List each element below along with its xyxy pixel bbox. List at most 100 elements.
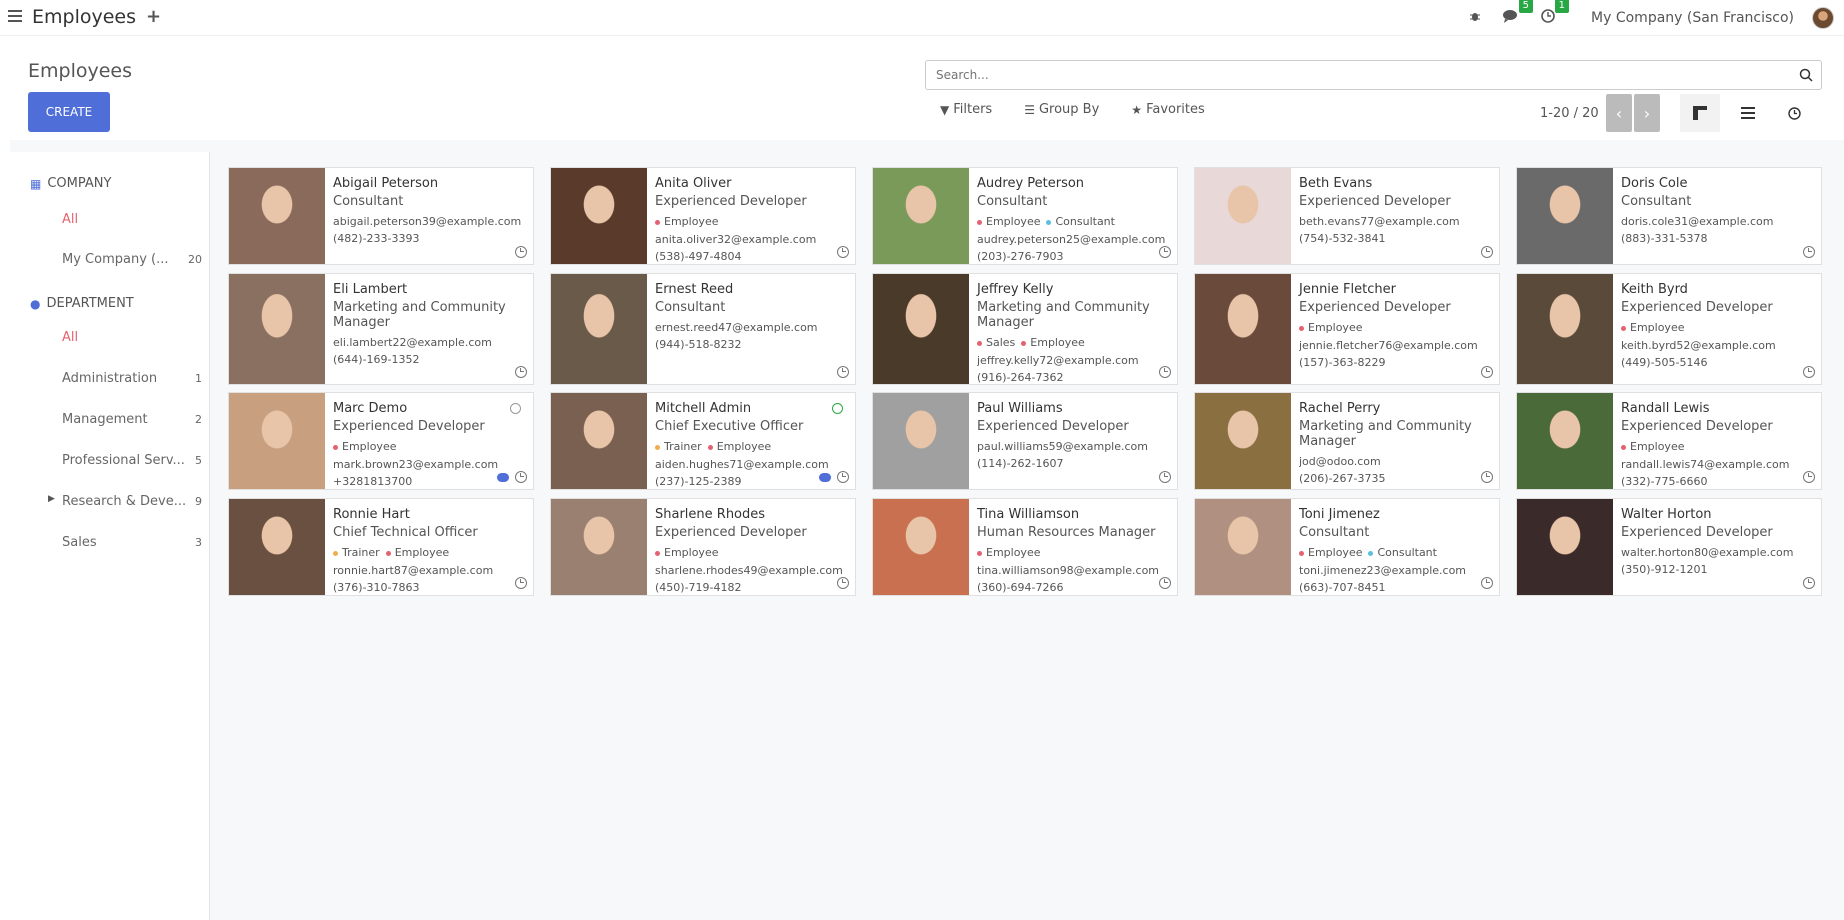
activity-clock-icon[interactable] <box>1803 471 1815 483</box>
favorites-button[interactable]: ★ Favorites <box>1131 102 1205 117</box>
search-box <box>925 60 1822 90</box>
pager-next-button[interactable]: › <box>1634 94 1660 132</box>
activity-clock-icon[interactable] <box>837 577 849 589</box>
employee-card[interactable]: Keith Byrd Experienced Developer Employee k… <box>1516 273 1822 385</box>
activity-clock-icon[interactable] <box>837 246 849 258</box>
employee-card[interactable]: Walter Horton Experienced Developer walter… <box>1516 498 1822 596</box>
menu-toggle-icon[interactable] <box>8 10 22 24</box>
employee-photo <box>229 393 325 489</box>
employee-name: Marc Demo <box>333 401 408 416</box>
employee-card[interactable]: Tina Williamson Human Resources Manager Em… <box>872 498 1178 596</box>
employee-card[interactable]: Jennie Fletcher Experienced Developer Empl… <box>1194 273 1500 385</box>
employee-card[interactable]: Jeffrey Kelly Marketing and Community Man… <box>872 273 1178 385</box>
activity-clock-icon[interactable] <box>1159 471 1171 483</box>
activity-clock-icon[interactable] <box>1159 366 1171 378</box>
department-all-item[interactable]: All <box>62 330 202 345</box>
filters-label: Filters <box>953 102 993 117</box>
employee-card[interactable]: Paul Williams Experienced Developer paul.w… <box>872 392 1178 490</box>
employee-card[interactable]: Mitchell Admin Chief Executive Officer Tra… <box>550 392 856 490</box>
messages-icon[interactable]: 5 <box>1503 0 1534 27</box>
tag-label: Consultant <box>1377 546 1437 559</box>
employee-card[interactable]: Beth Evans Experienced Developer beth.evan… <box>1194 167 1500 265</box>
activity-clock-icon[interactable] <box>1159 577 1171 589</box>
employee-job-title: Marketing and Community Manager <box>333 300 506 330</box>
department-item-research[interactable]: ▶ Research & Deve... 9 <box>48 494 202 509</box>
department-count: 9 <box>195 495 202 508</box>
tag-label: Employee <box>1308 546 1363 559</box>
department-item-administration[interactable]: Administration 1 <box>62 371 202 386</box>
activity-clock-icon[interactable] <box>1803 366 1815 378</box>
activity-clock-icon[interactable] <box>515 577 527 589</box>
tag-label: Employee <box>1630 440 1685 453</box>
pager-value[interactable]: 1-20 / 20 <box>1540 106 1599 121</box>
chat-icon[interactable] <box>497 473 509 482</box>
employee-photo <box>1195 168 1291 264</box>
department-item-management[interactable]: Management 2 <box>62 412 202 427</box>
employee-card[interactable]: Randall Lewis Experienced Developer Employ… <box>1516 392 1822 490</box>
company-item-my-company[interactable]: My Company (... 20 <box>62 252 202 267</box>
employee-photo <box>1195 393 1291 489</box>
department-label: Professional Serv... <box>62 453 185 468</box>
company-switcher[interactable]: My Company (San Francisco) <box>1591 10 1794 26</box>
employee-card[interactable]: Abigail Peterson Consultant abigail.peters… <box>228 167 534 265</box>
activity-view-button[interactable] <box>1774 94 1814 132</box>
activity-clock-icon[interactable] <box>1159 246 1171 258</box>
department-count: 1 <box>195 372 202 385</box>
employee-card[interactable]: Anita Oliver Experienced Developer Employe… <box>550 167 856 265</box>
activity-clock-icon[interactable] <box>837 471 849 483</box>
employee-phone: (376)-310-7863 <box>333 581 420 594</box>
list-view-button[interactable] <box>1728 94 1768 132</box>
employee-info: Ernest Reed Consultant ernest.reed47@examp… <box>655 282 849 351</box>
activity-clock-icon[interactable] <box>515 471 527 483</box>
activity-clock-icon[interactable] <box>515 246 527 258</box>
company-all-item[interactable]: All <box>62 212 202 227</box>
filter-icon: ▼ <box>940 102 950 117</box>
employee-info: Abigail Peterson Consultant abigail.peters… <box>333 176 527 245</box>
department-item-sales[interactable]: Sales 3 <box>62 535 202 550</box>
employee-job-title: Chief Technical Officer <box>333 525 478 540</box>
employee-phone: (944)-518-8232 <box>655 338 742 351</box>
employee-phone: (203)-276-7903 <box>977 250 1064 263</box>
presence-status-icon <box>510 403 521 414</box>
employee-card[interactable]: Toni Jimenez Consultant Employee Consultant… <box>1194 498 1500 596</box>
employee-card[interactable]: Marc Demo Experienced Developer Employee ma… <box>228 392 534 490</box>
activity-clock-icon[interactable] <box>1803 577 1815 589</box>
activity-clock-icon[interactable] <box>1481 246 1493 258</box>
tag-label: Trainer <box>664 440 702 453</box>
employee-card[interactable]: Eli Lambert Marketing and Community Manag… <box>228 273 534 385</box>
employee-job-title: Experienced Developer <box>977 419 1129 434</box>
activity-clock-icon[interactable] <box>1481 471 1493 483</box>
filters-button[interactable]: ▼ Filters <box>940 102 992 117</box>
activity-clock-icon[interactable] <box>837 366 849 378</box>
company-item-label: My Company (... <box>62 252 169 267</box>
caret-right-icon[interactable]: ▶ <box>48 494 55 504</box>
create-button[interactable]: CREATE <box>28 92 110 132</box>
employee-card[interactable]: Ronnie Hart Chief Technical Officer Traine… <box>228 498 534 596</box>
pager-previous-button[interactable]: ‹ <box>1606 94 1632 132</box>
activity-clock-icon[interactable] <box>1803 246 1815 258</box>
department-item-professional-services[interactable]: Professional Serv... 5 <box>62 453 202 468</box>
employee-job-title: Consultant <box>1299 525 1370 540</box>
employee-card[interactable]: Sharlene Rhodes Experienced Developer Empl… <box>550 498 856 596</box>
activity-clock-icon[interactable] <box>1481 366 1493 378</box>
activities-clock-icon[interactable]: 1 <box>1541 0 1570 27</box>
user-avatar[interactable] <box>1812 7 1834 29</box>
employee-email: paul.williams59@example.com <box>977 440 1148 453</box>
employee-card[interactable]: Audrey Peterson Consultant Employee Consult… <box>872 167 1178 265</box>
plus-icon[interactable]: + <box>146 6 161 27</box>
employee-card[interactable]: Ernest Reed Consultant ernest.reed47@examp… <box>550 273 856 385</box>
kanban-view-button[interactable] <box>1680 94 1720 132</box>
employee-card[interactable]: Rachel Perry Marketing and Community Mana… <box>1194 392 1500 490</box>
employee-tags: Employee Consultant <box>1299 546 1493 560</box>
activity-clock-icon[interactable] <box>1481 577 1493 589</box>
app-title[interactable]: Employees <box>32 6 136 28</box>
activity-clock-icon[interactable] <box>515 366 527 378</box>
search-input[interactable] <box>926 61 1776 89</box>
search-icon[interactable] <box>1799 68 1813 82</box>
debug-bug-icon[interactable] <box>1469 10 1481 26</box>
groupby-button[interactable]: ☰ Group By <box>1024 102 1099 117</box>
employee-info: Anita Oliver Experienced Developer Employe… <box>655 176 849 263</box>
department-count: 2 <box>195 413 202 426</box>
employee-card[interactable]: Doris Cole Consultant doris.cole31@example… <box>1516 167 1822 265</box>
chat-icon[interactable] <box>819 473 831 482</box>
